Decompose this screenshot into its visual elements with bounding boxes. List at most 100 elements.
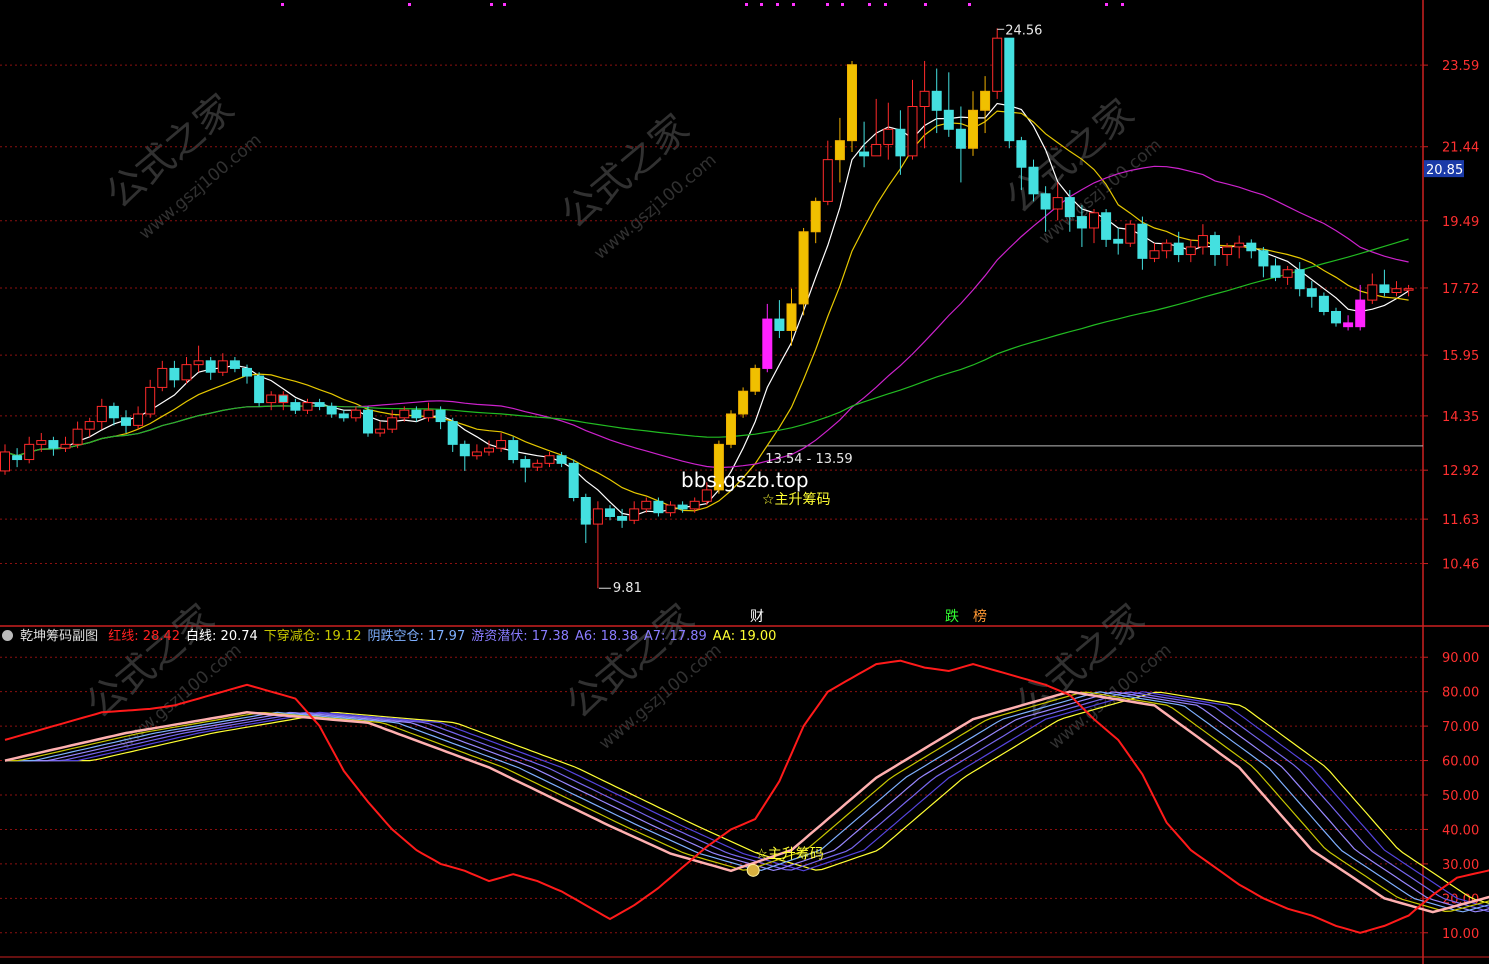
main-price-chart[interactable]: 公式之家www.gszj100.com 公式之家www.gszj100.com 公式… (0, 0, 1489, 964)
candle-body (145, 386, 156, 415)
candle-body (810, 200, 821, 233)
main-y-tick-label: 10.46 (1442, 558, 1479, 573)
candle-body (980, 90, 991, 111)
signal-dot (776, 3, 779, 6)
sub-y-tick-label: 90.00 (1442, 651, 1479, 666)
sub-y-tick-label: 80.00 (1442, 686, 1479, 701)
candle-body (0, 451, 10, 472)
candle-body (556, 455, 567, 464)
signal-dot (1105, 3, 1108, 6)
signal-label-main: ☆主升筹码 (762, 491, 831, 508)
signal-dot (745, 3, 748, 6)
signal-dot (924, 3, 927, 6)
candle-body (1173, 242, 1184, 256)
candle-body (1318, 295, 1329, 312)
main-y-tick-label: 23.59 (1442, 59, 1479, 74)
collapse-icon[interactable] (2, 630, 13, 641)
signal-dot (1121, 3, 1124, 6)
candle-body (1343, 322, 1354, 328)
main-y-tick-label: 19.49 (1442, 215, 1479, 230)
candle-body (1004, 37, 1015, 142)
candle-body (1246, 242, 1257, 252)
candle-body (435, 409, 446, 423)
current-price-value: 20.85 (1426, 163, 1463, 178)
candle-body (907, 105, 918, 157)
candle-body (968, 109, 978, 149)
band-line-4 (5, 691, 1489, 912)
ma-line-magenta (4, 165, 1409, 469)
sub-y-tick-label: 30.00 (1442, 858, 1479, 873)
candle-body (48, 440, 59, 449)
range-label: 13.54 - 13.59 (765, 452, 852, 467)
candle-body (677, 504, 688, 510)
site-watermark-label: bbs.gszb.top (681, 468, 809, 492)
candle-body (459, 443, 470, 457)
candle-body (738, 390, 749, 415)
candle-body (1391, 288, 1402, 294)
legend-entry: 红线: 28.42 (108, 629, 181, 644)
candle-body (1185, 246, 1196, 256)
legend-entry: AA: 19.00 (712, 629, 777, 644)
candle-body (871, 143, 882, 157)
main-y-tick-label: 21.44 (1442, 141, 1479, 156)
candle-body (266, 394, 277, 404)
candle-body (1101, 212, 1112, 240)
candle-body (72, 428, 83, 445)
candle-body (568, 462, 579, 499)
legend-entry: 下穿减仓: 19.12 (263, 629, 362, 644)
candle-body (931, 90, 942, 111)
candle-body (108, 405, 119, 419)
event-label: 榜 (973, 608, 987, 625)
candle-body (943, 109, 954, 130)
signal-dot (792, 3, 795, 6)
band-line-0 (4, 690, 1489, 914)
candle-body (1258, 250, 1269, 267)
chart-window: 公式之家 www.gszj100.com 公式之家 www.gszj100.com 公式… (0, 0, 1489, 964)
candle-body (1089, 212, 1099, 229)
sub-y-tick-label: 60.00 (1442, 755, 1479, 770)
main-y-tick-label: 15.95 (1442, 349, 1479, 364)
candle-body (181, 364, 192, 381)
signal-dot (868, 3, 871, 6)
candle-body (121, 417, 131, 426)
main-y-tick-label: 14.35 (1442, 410, 1479, 425)
legend-entry: 阴跌空仓: 17.97 (367, 629, 466, 644)
signal-dot (490, 3, 493, 6)
candle-body (919, 90, 930, 107)
legend-entry: 游资潜伏: 17.38 (471, 629, 569, 644)
legend-items: 红线: 28.42 白线: 20.74 下穿减仓: 19.12 阴跌空仓: 17.97… (102, 629, 776, 644)
candle-body (387, 417, 398, 430)
candle-body (1222, 246, 1233, 256)
candle-body (726, 413, 736, 445)
candle-body (847, 64, 857, 142)
event-label: 跌 (945, 609, 959, 625)
candle-body (786, 303, 797, 331)
signal-dot (408, 3, 411, 6)
candle-body (508, 440, 519, 461)
sub-chart-legend: 乾坤筹码副图 红线: 28.42 白线: 20.74 下穿减仓: 19.12 阴跌空仓… (0, 628, 776, 646)
candle-body (1355, 299, 1366, 328)
candle-body (363, 409, 373, 434)
signal-dot (826, 3, 829, 6)
candle-body (1149, 250, 1160, 259)
candle-body (992, 37, 1003, 92)
candle-body (1161, 242, 1172, 252)
candle-body (411, 409, 422, 419)
watermark-text: 公式之家 (553, 105, 698, 236)
candle-body (1040, 193, 1051, 210)
main-y-tick-label: 11.63 (1442, 513, 1479, 528)
candle-body (1282, 269, 1293, 278)
sub-y-tick-label: 70.00 (1442, 720, 1479, 735)
candle-body (350, 409, 361, 419)
sub-y-tick-label: 40.00 (1442, 823, 1479, 838)
candle-body (290, 402, 301, 411)
candle-body (84, 421, 95, 430)
candle-body (895, 128, 906, 157)
candle-body (1367, 284, 1378, 301)
low-price-label: 9.81 (613, 581, 642, 596)
candle-body (1113, 238, 1124, 244)
candle-body (1028, 166, 1039, 195)
candle-body (242, 367, 252, 377)
candle-body (580, 497, 591, 525)
signal-label-sub: ☆主升筹码 (755, 845, 824, 862)
